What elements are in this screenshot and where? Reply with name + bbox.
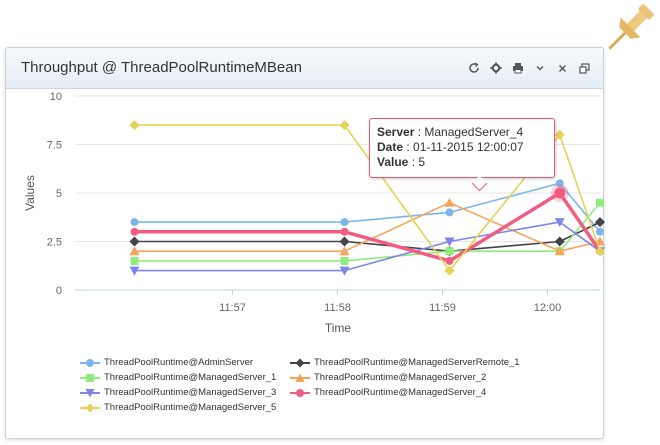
legend-label: ThreadPoolRuntime@ManagedServer_2 xyxy=(314,372,487,383)
data-point-7 xyxy=(129,120,140,131)
legend-item[interactable]: ThreadPoolRuntime@ManagedServer_5 xyxy=(80,402,290,413)
tooltip-server-value: ManagedServer_4 xyxy=(424,125,524,139)
legend-marker-icon xyxy=(290,373,310,383)
data-point-3 xyxy=(340,256,349,265)
series-line-5 xyxy=(134,221,601,272)
data-point-6 xyxy=(554,187,566,199)
legend-row: ThreadPoolRuntime@ManagedServer_5 xyxy=(80,400,560,415)
y-axis-title: Values xyxy=(23,175,37,211)
legend-item[interactable]: ThreadPoolRuntime@ManagedServer_2 xyxy=(290,372,486,383)
data-point-6 xyxy=(340,227,349,236)
data-point-2 xyxy=(554,236,565,247)
tooltip-date-value: 01-11-2015 12:00:07 xyxy=(413,140,524,154)
legend-label: ThreadPoolRuntime@ManagedServer_4 xyxy=(314,387,487,398)
y-tick-label: 7.5 xyxy=(47,140,62,152)
tooltip-value-value: 5 xyxy=(418,155,426,169)
data-point-3 xyxy=(130,256,139,265)
legend-marker-icon xyxy=(80,358,100,368)
chart-tooltip: Server : ManagedServer_4 Date : 01-11-20… xyxy=(369,118,555,192)
data-point-3 xyxy=(596,198,604,207)
legend-item[interactable]: ThreadPoolRuntime@AdminServer xyxy=(80,357,290,368)
data-point-6 xyxy=(445,256,454,265)
data-point-3 xyxy=(445,247,454,256)
legend-label: ThreadPoolRuntime@ManagedServer_3 xyxy=(104,387,277,398)
y-tick-label: 2.5 xyxy=(47,237,62,249)
legend-marker-icon xyxy=(80,373,100,383)
chart-legend: ThreadPoolRuntime@AdminServer ThreadPoolR… xyxy=(80,355,560,415)
legend-row: ThreadPoolRuntime@AdminServer ThreadPoolR… xyxy=(80,355,560,370)
legend-marker-icon xyxy=(290,358,310,368)
legend-item[interactable]: ThreadPoolRuntime@ManagedServerRemote_1 xyxy=(290,357,520,368)
tooltip-server-label: Server xyxy=(377,125,415,139)
legend-item[interactable]: ThreadPoolRuntime@ManagedServer_1 xyxy=(80,372,290,383)
y-tick-label: 10 xyxy=(50,91,62,103)
data-point-1 xyxy=(445,208,454,217)
legend-row: ThreadPoolRuntime@ManagedServer_3 ThreadP… xyxy=(80,385,560,400)
y-tick-label: 0 xyxy=(56,285,62,297)
data-point-2 xyxy=(339,236,350,247)
y-tick-label: 5 xyxy=(56,188,62,200)
legend-label: ThreadPoolRuntime@ManagedServer_5 xyxy=(104,402,277,413)
x-axis-title: Time xyxy=(325,321,352,335)
series-line-1 xyxy=(134,182,601,233)
x-tick-label: 11:57 xyxy=(219,302,246,314)
legend-item[interactable]: ThreadPoolRuntime@ManagedServer_4 xyxy=(290,387,486,398)
data-point-4 xyxy=(444,197,455,207)
legend-label: ThreadPoolRuntime@AdminServer xyxy=(104,357,254,368)
x-tick-label: 12:00 xyxy=(534,302,562,314)
legend-item[interactable]: ThreadPoolRuntime@ManagedServer_3 xyxy=(80,387,290,398)
legend-label: ThreadPoolRuntime@ManagedServerRemote_1 xyxy=(314,357,520,368)
legend-marker-icon xyxy=(80,403,100,413)
legend-row: ThreadPoolRuntime@ManagedServer_1 ThreadP… xyxy=(80,370,560,385)
tooltip-date-label: Date xyxy=(377,140,404,154)
legend-marker-icon xyxy=(80,388,100,398)
data-point-2 xyxy=(129,236,140,247)
legend-label: ThreadPoolRuntime@ManagedServer_1 xyxy=(104,372,277,383)
data-point-2 xyxy=(595,217,605,228)
x-tick-label: 11:59 xyxy=(429,302,456,314)
x-tick-label: 11:58 xyxy=(324,302,351,314)
data-point-1 xyxy=(596,227,604,236)
data-point-1 xyxy=(130,218,139,227)
legend-marker-icon xyxy=(290,388,310,398)
tooltip-value-label: Value xyxy=(377,155,409,169)
data-point-1 xyxy=(340,218,349,227)
data-point-6 xyxy=(130,227,139,236)
